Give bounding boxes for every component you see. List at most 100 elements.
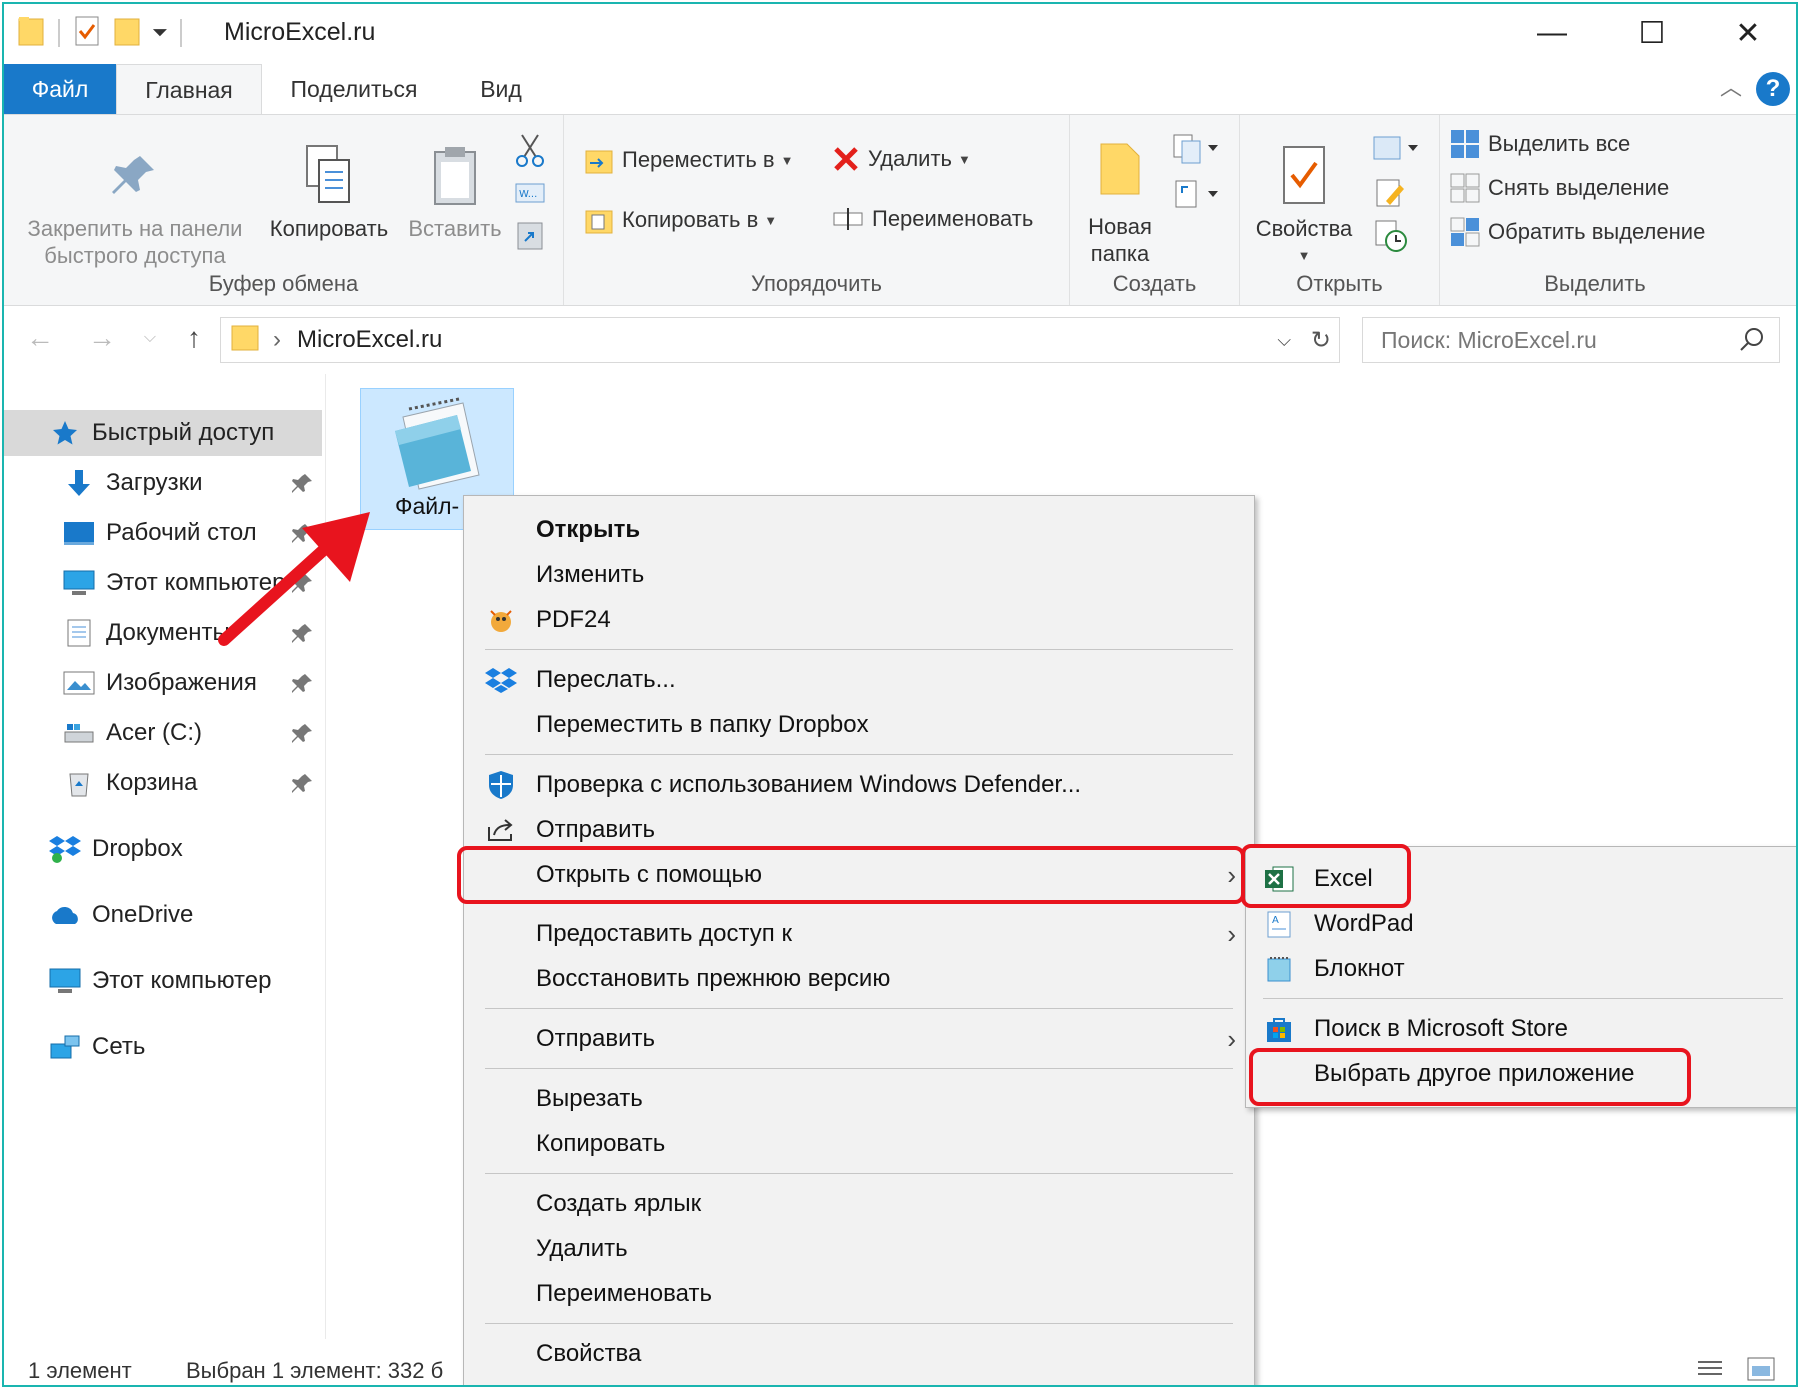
breadcrumb-separator-icon: › bbox=[273, 326, 281, 353]
nav-item-downloads[interactable]: Загрузки bbox=[4, 460, 322, 506]
menu-item-delete[interactable]: Удалить bbox=[464, 1227, 1254, 1271]
search-placeholder: Поиск: MicroExcel.ru bbox=[1381, 326, 1597, 353]
pin-quick-access-button[interactable]: Закрепить на панели быстрого доступа bbox=[12, 135, 258, 269]
open-with-store[interactable]: Поиск в Microsoft Store bbox=[1246, 1007, 1796, 1051]
menu-item-create-shortcut[interactable]: Создать ярлык bbox=[464, 1182, 1254, 1226]
pin-icon[interactable] bbox=[291, 472, 314, 501]
new-folder-button[interactable]: Новая папка bbox=[1078, 135, 1162, 267]
arrow-left-icon: ← bbox=[26, 322, 54, 353]
search-input[interactable]: Поиск: MicroExcel.ru bbox=[1362, 317, 1780, 363]
menu-item-dropbox-send[interactable]: Переслать... bbox=[464, 658, 1254, 702]
address-dropdown-icon[interactable]: ⌵ bbox=[1277, 330, 1291, 351]
search-icon bbox=[1739, 326, 1765, 358]
open-dropdown-icon[interactable] bbox=[1370, 131, 1420, 170]
help-icon[interactable]: ? bbox=[1756, 72, 1790, 106]
onedrive-icon bbox=[48, 904, 82, 926]
recent-locations-button[interactable]: ⌵ bbox=[130, 318, 170, 358]
refresh-icon[interactable]: ↻ bbox=[1311, 326, 1331, 355]
paste-shortcut-icon[interactable] bbox=[516, 219, 544, 256]
delete-button[interactable]: Удалить ▼ bbox=[832, 145, 971, 173]
share-icon bbox=[484, 814, 518, 846]
properties-quick-icon[interactable] bbox=[74, 15, 100, 52]
documents-icon bbox=[62, 618, 96, 648]
svg-text:W...: W... bbox=[519, 189, 537, 200]
pin-icon[interactable] bbox=[291, 722, 314, 751]
menu-item-dropbox-move[interactable]: Переместить в папку Dropbox bbox=[464, 703, 1254, 747]
tab-view[interactable]: Вид bbox=[456, 64, 546, 114]
nav-item-images[interactable]: Изображения bbox=[4, 660, 322, 706]
menu-item-defender[interactable]: Проверка с использованием Windows Defend… bbox=[464, 763, 1254, 807]
organize-group-label: Упорядочить bbox=[751, 271, 882, 296]
tab-share[interactable]: Поделиться bbox=[274, 64, 434, 114]
menu-item-open[interactable]: Открыть bbox=[464, 508, 1254, 552]
back-button[interactable]: ← bbox=[20, 318, 60, 358]
menu-item-send-to[interactable]: Отправить › bbox=[464, 1017, 1254, 1061]
rename-button[interactable]: Переименовать bbox=[832, 205, 1033, 233]
clipboard-group: Закрепить на панели быстрого доступа Коп… bbox=[4, 115, 564, 305]
chevron-down-icon: ⌵ bbox=[143, 329, 157, 346]
nav-item-network[interactable]: Сеть bbox=[4, 1024, 322, 1070]
copy-to-icon bbox=[584, 205, 614, 235]
item-count: 1 элемент bbox=[28, 1358, 132, 1383]
cut-icon[interactable] bbox=[514, 133, 546, 172]
address-bar[interactable]: › MicroExcel.ru ⌵ ↻ bbox=[220, 317, 1340, 363]
edit-icon[interactable] bbox=[1374, 177, 1408, 214]
menu-item-give-access[interactable]: Предоставить доступ к › bbox=[464, 912, 1254, 956]
menu-item-cut[interactable]: Вырезать bbox=[464, 1077, 1254, 1121]
collapse-ribbon-icon[interactable]: ︿ bbox=[1720, 70, 1742, 102]
history-icon[interactable] bbox=[1374, 219, 1410, 258]
menu-item-pdf24[interactable]: PDF24 bbox=[464, 598, 1254, 642]
maximize-button[interactable]: ☐ bbox=[1604, 8, 1700, 58]
select-none-button[interactable]: Снять выделение bbox=[1450, 173, 1669, 203]
nav-item-drive-c[interactable]: Acer (C:) bbox=[4, 710, 322, 756]
copy-label: Копировать bbox=[269, 216, 389, 241]
close-button[interactable]: ✕ bbox=[1700, 8, 1796, 58]
properties-icon bbox=[1244, 135, 1364, 215]
dropbox-icon bbox=[484, 664, 518, 696]
pin-icon[interactable] bbox=[291, 672, 314, 701]
menu-separator bbox=[485, 754, 1233, 755]
nav-item-onedrive[interactable]: OneDrive bbox=[4, 892, 322, 938]
large-icons-view-icon[interactable] bbox=[1746, 1356, 1776, 1385]
images-icon bbox=[62, 670, 96, 696]
dropbox-icon bbox=[48, 834, 82, 864]
invert-selection-button[interactable]: Обратить выделение bbox=[1450, 217, 1705, 247]
nav-item-recycle-bin[interactable]: Корзина bbox=[4, 760, 322, 806]
open-with-wordpad[interactable]: A WordPad bbox=[1246, 902, 1796, 946]
new-item-icon[interactable] bbox=[1170, 131, 1220, 172]
nav-item-dropbox[interactable]: Dropbox bbox=[4, 826, 322, 872]
pdf24-icon bbox=[484, 604, 518, 636]
breadcrumb[interactable]: MicroExcel.ru bbox=[297, 326, 442, 354]
new-folder-quick-icon[interactable] bbox=[114, 15, 140, 52]
tab-home[interactable]: Главная bbox=[116, 64, 262, 115]
menu-item-restore[interactable]: Восстановить прежнюю версию bbox=[464, 957, 1254, 1001]
highlight-choose-other-app bbox=[1249, 1048, 1691, 1106]
paste-button[interactable]: Вставить bbox=[402, 135, 508, 242]
minimize-button[interactable]: — bbox=[1504, 8, 1600, 58]
copy-to-button[interactable]: Копировать в ▼ bbox=[584, 205, 777, 235]
copy-icon bbox=[262, 135, 396, 215]
folder-icon bbox=[231, 322, 259, 359]
details-view-icon[interactable] bbox=[1694, 1358, 1726, 1385]
select-all-button[interactable]: Выделить все bbox=[1450, 129, 1630, 159]
menu-item-properties[interactable]: Свойства bbox=[464, 1332, 1254, 1376]
svg-text:A: A bbox=[1272, 915, 1279, 926]
properties-button[interactable]: Свойства ▼ bbox=[1244, 135, 1364, 269]
menu-item-edit[interactable]: Изменить bbox=[464, 553, 1254, 597]
forward-button[interactable]: → bbox=[82, 318, 122, 358]
close-icon: ✕ bbox=[1735, 16, 1761, 50]
copy-path-icon[interactable]: W... bbox=[514, 181, 546, 210]
nav-item-computer[interactable]: Этот компьютер bbox=[4, 958, 322, 1004]
easy-access-icon[interactable] bbox=[1170, 177, 1220, 218]
up-button[interactable]: ↑ bbox=[174, 318, 214, 358]
menu-item-copy[interactable]: Копировать bbox=[464, 1122, 1254, 1166]
move-to-button[interactable]: Переместить в ▼ bbox=[584, 145, 793, 175]
tab-file[interactable]: Файл bbox=[4, 64, 116, 114]
pin-icon[interactable] bbox=[291, 772, 314, 801]
open-with-notepad[interactable]: Блокнот bbox=[1246, 947, 1796, 991]
menu-item-rename[interactable]: Переименовать bbox=[464, 1272, 1254, 1316]
copy-button[interactable]: Копировать bbox=[262, 135, 396, 242]
nav-quick-access[interactable]: Быстрый доступ bbox=[4, 410, 322, 456]
customize-dropdown-icon[interactable]: ⏷ bbox=[152, 22, 168, 45]
menu-separator bbox=[485, 1068, 1233, 1069]
